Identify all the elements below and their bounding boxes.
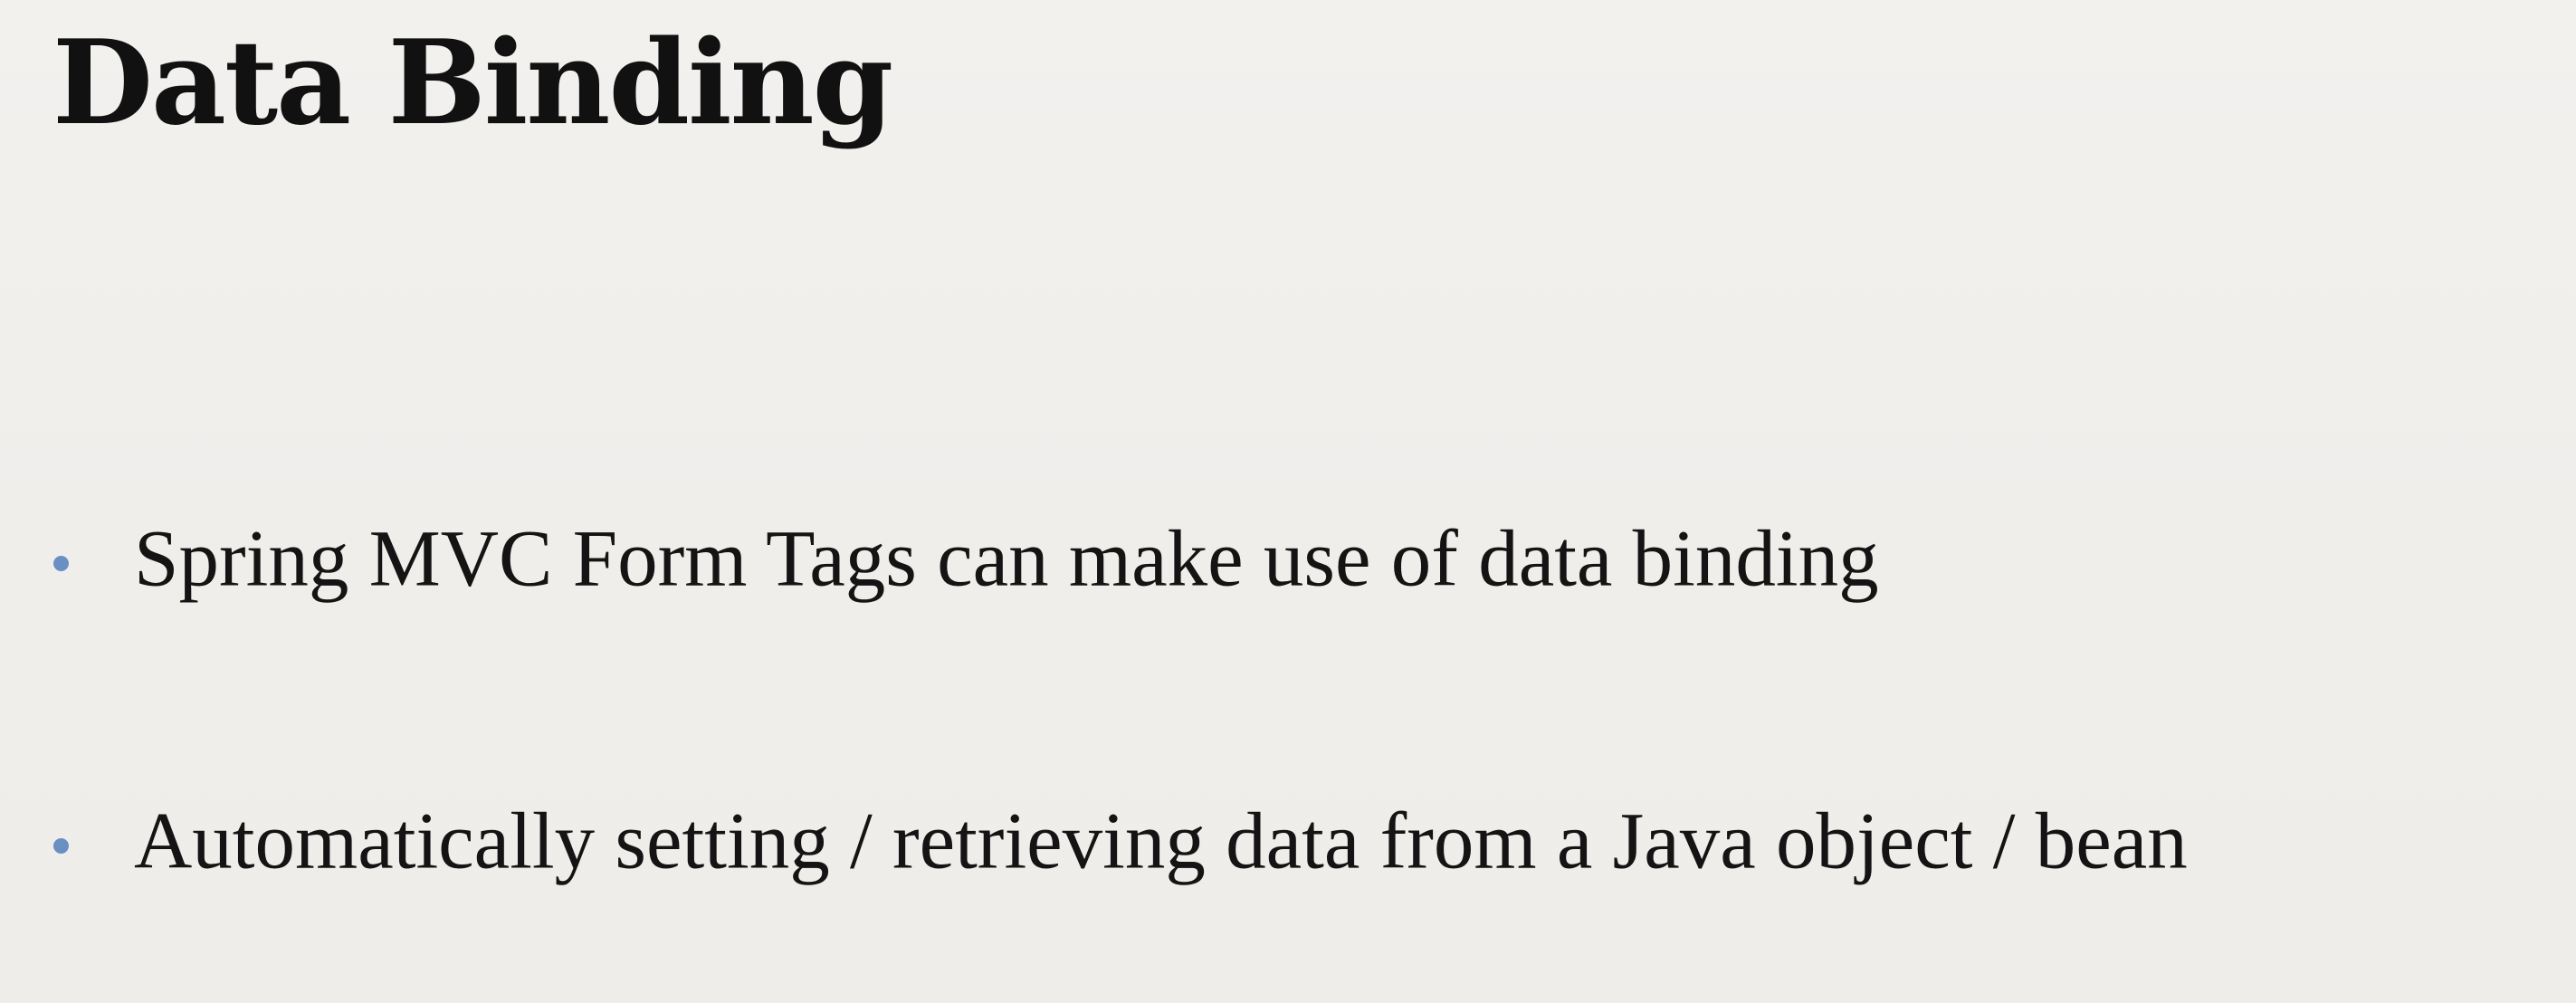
- bullet-text: Spring MVC Form Tags can make use of dat…: [134, 514, 1879, 604]
- bullet-text: Automatically setting / retrieving data …: [134, 797, 2188, 886]
- slide: Data Binding Spring MVC Form Tags can ma…: [0, 0, 2576, 1003]
- bullet-list: Spring MVC Form Tags can make use of dat…: [0, 0, 2576, 1003]
- bullet-dot-icon: [53, 556, 69, 571]
- bullet-dot-icon: [53, 838, 69, 854]
